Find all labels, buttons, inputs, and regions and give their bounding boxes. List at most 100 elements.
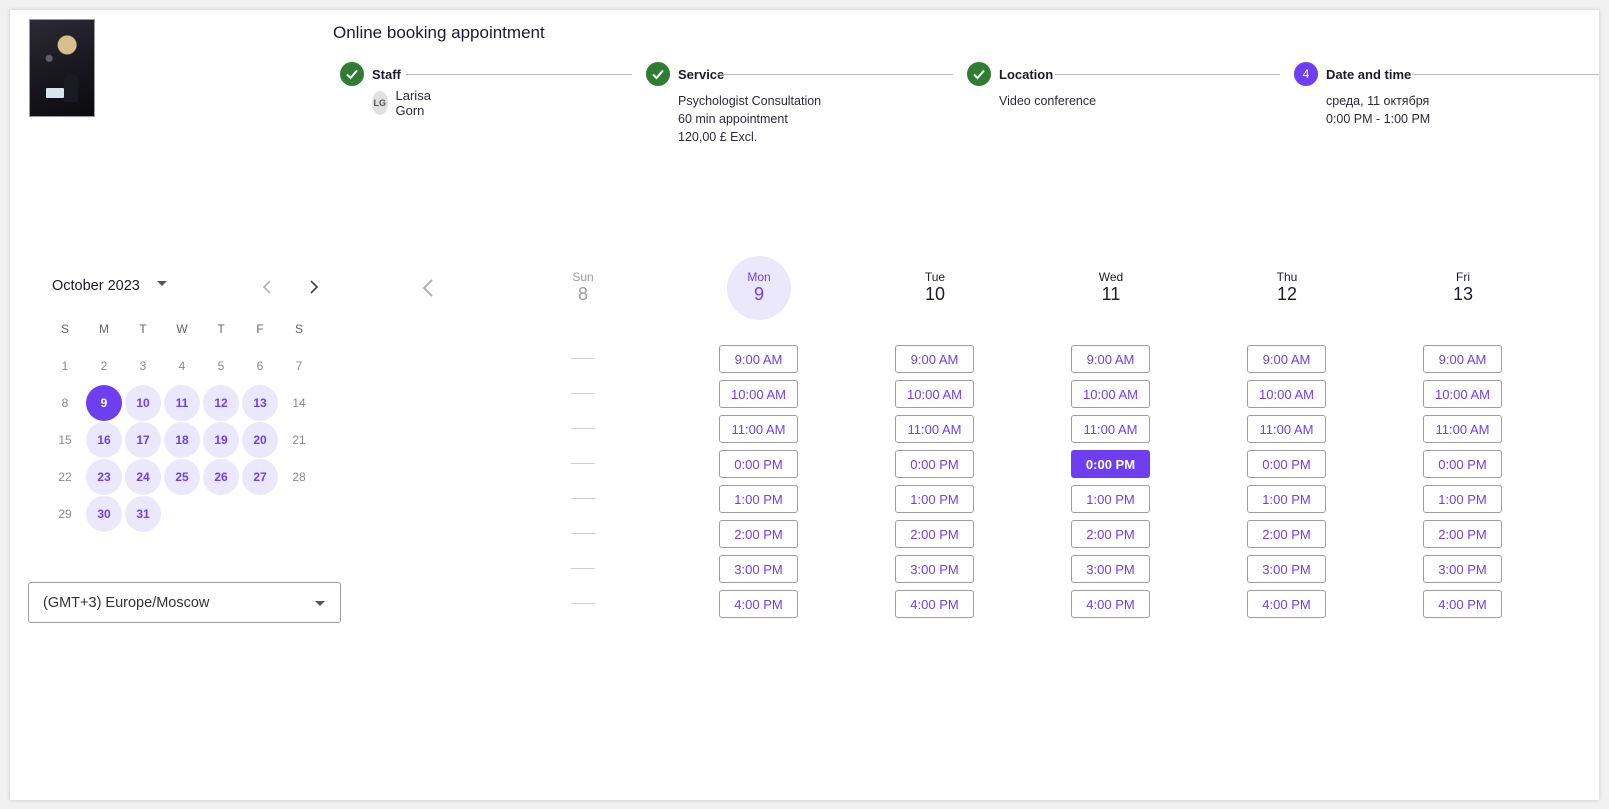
unavailable-slot <box>571 533 595 534</box>
day-header-thu: Thu 12 <box>1255 256 1319 320</box>
chevron-left-icon <box>422 279 433 297</box>
calendar-day[interactable]: 25 <box>164 459 200 495</box>
time-slot-button[interactable]: 4:00 PM <box>1247 590 1326 618</box>
calendar-day[interactable]: 19 <box>203 422 239 458</box>
calendar-day[interactable]: 26 <box>203 459 239 495</box>
check-icon <box>646 62 670 86</box>
time-slot-button[interactable]: 3:00 PM <box>1423 555 1502 583</box>
day-name: Tue <box>924 270 946 284</box>
time-slot-button[interactable]: 2:00 PM <box>895 520 974 548</box>
step-connector <box>715 74 953 75</box>
time-slot-button[interactable]: 11:00 AM <box>895 415 974 443</box>
time-slot-button[interactable]: 1:00 PM <box>719 485 798 513</box>
time-slot-button[interactable]: 2:00 PM <box>1247 520 1326 548</box>
day-date: 12 <box>1276 284 1298 304</box>
chevron-left-icon <box>262 280 271 294</box>
time-slot-button[interactable]: 9:00 AM <box>1423 345 1502 373</box>
time-slot-button[interactable]: 1:00 PM <box>895 485 974 513</box>
chevron-down-icon <box>315 601 325 606</box>
time-slot-button[interactable]: 4:00 PM <box>895 590 974 618</box>
timezone-value: (GMT+3) Europe/Moscow <box>43 594 210 611</box>
step-label: Location <box>999 67 1054 82</box>
calendar-day[interactable]: 27 <box>242 459 278 495</box>
day-name: Wed <box>1098 270 1124 284</box>
calendar-day[interactable]: 9 <box>86 385 122 421</box>
timezone-select[interactable]: (GMT+3) Europe/Moscow <box>28 582 341 623</box>
calendar-day[interactable]: 11 <box>164 385 200 421</box>
step-details: среда, 11 октября 0:00 PM - 1:00 PM <box>1326 92 1430 128</box>
time-slot-button[interactable]: 9:00 AM <box>895 345 974 373</box>
time-slot-button[interactable]: 1:00 PM <box>1423 485 1502 513</box>
time-slot-button[interactable]: 10:00 AM <box>1071 380 1150 408</box>
time-slot-button[interactable]: 0:00 PM <box>895 450 974 478</box>
chevron-down-icon[interactable] <box>157 281 167 286</box>
calendar-day: 1 <box>61 359 69 373</box>
weekday-header: T <box>217 322 225 336</box>
weekday-header: S <box>294 322 303 336</box>
time-slot-button[interactable]: 3:00 PM <box>1071 555 1150 583</box>
time-slot-button[interactable]: 0:00 PM <box>719 450 798 478</box>
time-slot-button[interactable]: 0:00 PM <box>1423 450 1502 478</box>
calendar-day[interactable]: 24 <box>125 459 161 495</box>
weekday-header: W <box>176 322 188 336</box>
time-slot-button[interactable]: 3:00 PM <box>895 555 974 583</box>
calendar-day: 29 <box>58 507 72 521</box>
calendar-day[interactable]: 10 <box>125 385 161 421</box>
stepper: Staff LG Larisa Gorn Service Psychologist Co… <box>340 62 1599 162</box>
time-slot-button[interactable]: 1:00 PM <box>1247 485 1326 513</box>
prev-week-button[interactable] <box>416 276 440 300</box>
time-slot-button[interactable]: 4:00 PM <box>1071 590 1150 618</box>
time-slot-button[interactable]: 10:00 AM <box>719 380 798 408</box>
calendar-day[interactable]: 30 <box>86 496 122 532</box>
calendar-day: 21 <box>292 433 306 447</box>
day-name: Fri <box>1456 270 1470 284</box>
time-slot-button[interactable]: 2:00 PM <box>719 520 798 548</box>
time-slot-button[interactable]: 11:00 AM <box>1423 415 1502 443</box>
time-slot-button[interactable]: 10:00 AM <box>1247 380 1326 408</box>
day-date: 13 <box>1452 284 1474 304</box>
step-label: Staff <box>372 67 401 82</box>
next-month-button[interactable] <box>305 278 323 296</box>
day-date: 8 <box>577 284 588 304</box>
avatar: LG <box>372 91 388 115</box>
time-slot-button[interactable]: 10:00 AM <box>1423 380 1502 408</box>
time-slot-button[interactable]: 11:00 AM <box>1071 415 1150 443</box>
day-date: 10 <box>924 284 946 304</box>
calendar-day: 3 <box>139 359 147 373</box>
step-detail-line: среда, 11 октября <box>1326 94 1430 108</box>
step-details: Psychologist Consultation 60 min appointm… <box>678 92 821 146</box>
time-slot-button[interactable]: 2:00 PM <box>1423 520 1502 548</box>
time-slot-button[interactable]: 9:00 AM <box>1247 345 1326 373</box>
time-slot-button[interactable]: 3:00 PM <box>1247 555 1326 583</box>
time-slot-button[interactable]: 4:00 PM <box>1423 590 1502 618</box>
day-header-sun: Sun 8 <box>551 256 615 320</box>
calendar-day[interactable]: 12 <box>203 385 239 421</box>
day-header-wed: Wed 11 <box>1079 256 1143 320</box>
calendar-day[interactable]: 31 <box>125 496 161 532</box>
weekday-header: T <box>139 322 147 336</box>
time-slot-button[interactable]: 1:00 PM <box>1071 485 1150 513</box>
time-slot-button[interactable]: 4:00 PM <box>719 590 798 618</box>
day-date: 11 <box>1101 284 1121 304</box>
step-detail-line: 60 min appointment <box>678 112 788 126</box>
calendar-day[interactable]: 16 <box>86 422 122 458</box>
calendar-day[interactable]: 20 <box>242 422 278 458</box>
step-detail-line: Video conference <box>999 94 1097 108</box>
calendar-day[interactable]: 23 <box>86 459 122 495</box>
step-number: 4 <box>1294 62 1318 86</box>
month-label[interactable]: October 2023 <box>52 278 140 294</box>
time-slot-button[interactable]: 2:00 PM <box>1071 520 1150 548</box>
time-slot-button[interactable]: 0:00 PM <box>1247 450 1326 478</box>
time-slot-button[interactable]: 9:00 AM <box>719 345 798 373</box>
time-slot-button[interactable]: 10:00 AM <box>895 380 974 408</box>
calendar-day[interactable]: 13 <box>242 385 278 421</box>
calendar-day: 7 <box>295 359 303 373</box>
time-slot-button[interactable]: 0:00 PM <box>1071 450 1150 478</box>
calendar-day[interactable]: 18 <box>164 422 200 458</box>
prev-month-button[interactable] <box>258 278 276 296</box>
time-slot-button[interactable]: 3:00 PM <box>719 555 798 583</box>
time-slot-button[interactable]: 9:00 AM <box>1071 345 1150 373</box>
calendar-day[interactable]: 17 <box>125 422 161 458</box>
time-slot-button[interactable]: 11:00 AM <box>1247 415 1326 443</box>
time-slot-button[interactable]: 11:00 AM <box>719 415 798 443</box>
